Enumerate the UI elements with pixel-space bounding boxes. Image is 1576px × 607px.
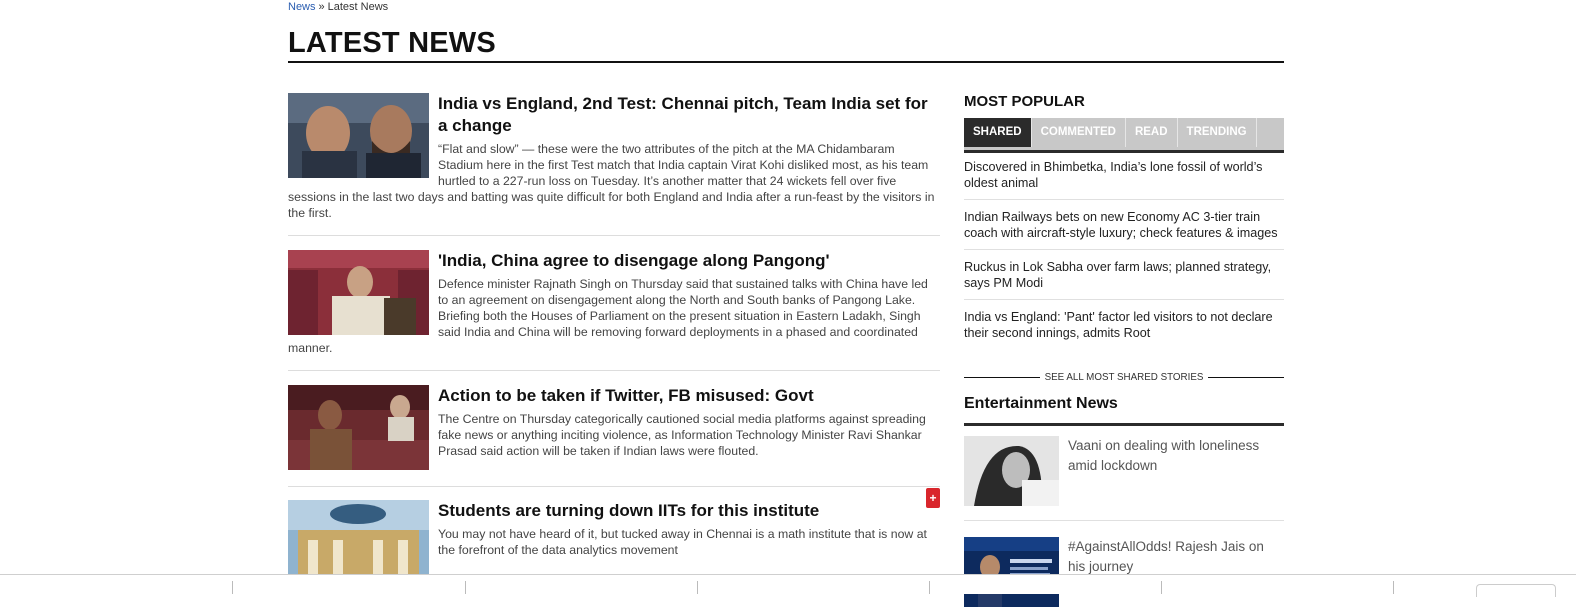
bottom-bar-separator — [1393, 581, 1394, 594]
article-divider — [288, 486, 940, 487]
article-item: Action to be taken if Twitter, FB misuse… — [288, 385, 940, 474]
tab-commented[interactable]: COMMENTED — [1032, 118, 1126, 147]
see-all-row: SEE ALL MOST SHARED STORIES — [964, 370, 1284, 384]
tab-read[interactable]: READ — [1126, 118, 1178, 147]
bottom-bar-separator — [465, 581, 466, 594]
popular-tabs: SHARED COMMENTED READ TRENDING — [964, 118, 1284, 153]
bottom-nav-bar — [0, 574, 1576, 597]
page-title: LATEST NEWS — [288, 27, 496, 59]
breadcrumb-news-link[interactable]: News — [288, 1, 316, 13]
popular-item[interactable]: Indian Railways bets on new Economy AC 3… — [964, 209, 1284, 250]
tab-trending[interactable]: TRENDING — [1178, 118, 1257, 147]
entertainment-item-divider — [964, 520, 1284, 521]
article-thumbnail[interactable] — [288, 500, 429, 585]
breadcrumb-current: Latest News — [327, 1, 389, 13]
see-all-line-right — [1208, 376, 1284, 378]
popular-list: Discovered in Bhimbetka, India’s lone fo… — [964, 159, 1284, 358]
bottom-bar-tab[interactable] — [1476, 584, 1556, 597]
entertainment-title[interactable]: Vaani on dealing with loneliness amid lo… — [1068, 436, 1278, 476]
article-item: 'India, China agree to disengage along P… — [288, 250, 940, 356]
article-divider — [288, 235, 940, 236]
article-item: India vs England, 2nd Test: Chennai pitc… — [288, 93, 940, 221]
article-thumbnail[interactable] — [288, 385, 429, 470]
popular-item[interactable]: Ruckus in Lok Sabha over farm laws; plan… — [964, 259, 1284, 300]
popular-item[interactable]: Discovered in Bhimbetka, India’s lone fo… — [964, 159, 1284, 200]
entertainment-thumbnail[interactable] — [964, 436, 1059, 506]
bottom-bar-separator — [929, 581, 930, 594]
entertainment-title[interactable]: #AgainstAllOdds! Rajesh Jais on his jour… — [1068, 537, 1278, 577]
see-all-link[interactable]: SEE ALL MOST SHARED STORIES — [1040, 372, 1209, 383]
plus-icon[interactable]: + — [926, 488, 940, 508]
tab-shared[interactable]: SHARED — [964, 118, 1032, 147]
entertainment-divider — [964, 423, 1284, 426]
entertainment-heading: Entertainment News — [964, 395, 1118, 412]
article-thumbnail[interactable] — [288, 93, 429, 178]
bottom-bar-separator — [1161, 581, 1162, 594]
most-popular-heading: MOST POPULAR — [964, 93, 1085, 110]
popular-item[interactable]: India vs England: 'Pant' factor led visi… — [964, 309, 1284, 349]
breadcrumb-separator: » — [318, 1, 325, 13]
see-all-line-left — [964, 376, 1040, 378]
article-thumbnail[interactable] — [288, 250, 429, 335]
bottom-bar-separator — [232, 581, 233, 594]
entertainment-thumbnail[interactable] — [964, 537, 1059, 607]
breadcrumb: News» Latest News — [288, 1, 388, 13]
bottom-bar-separator — [697, 581, 698, 594]
title-divider — [288, 61, 1284, 63]
article-divider — [288, 370, 940, 371]
